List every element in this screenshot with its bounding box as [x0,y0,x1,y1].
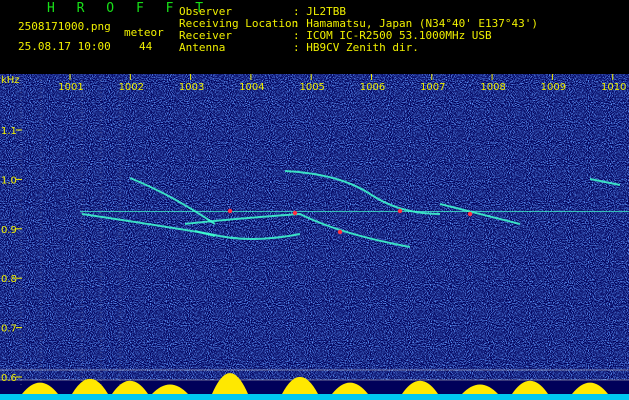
y-axis-unit: kHz [1,75,20,86]
echo-peak [337,229,343,235]
echo-peak [227,208,233,214]
y-tick-label: 0.9 [1,225,17,236]
x-tick-label: 1008 [480,82,505,93]
datetime-label: 25.08.17 10:00 [18,40,111,53]
x-tick-label: 1001 [58,82,83,93]
antenna-value: : HB9CV Zenith dir. [293,41,419,54]
antenna-label: Antenna [179,41,226,54]
echo-peak [292,210,298,216]
header-panel: H R O F F T 2508171000.png meteor 25.08.… [0,0,629,74]
meteor-label: meteor [124,26,164,39]
y-tick-label: 1.1 [1,126,17,137]
x-tick-label: 1006 [360,82,385,93]
x-tick-label: 1003 [179,82,204,93]
echo-peak [467,211,473,217]
y-tick-label: 1.0 [1,175,17,186]
y-tick-label: 0.6 [1,373,17,384]
noise-floor [0,74,629,380]
x-tick-label: 1005 [299,82,324,93]
y-tick-label: 0.8 [1,274,17,285]
x-tick-label: 1007 [420,82,445,93]
spectrogram: kHz 1001 1002 1003 1004 1005 1006 1007 1008 1009… [0,74,629,400]
x-tick-label: 1002 [119,82,144,93]
y-tick-label: 0.7 [1,324,17,335]
filename-label: 2508171000.png [18,20,111,33]
x-tick-label: 1010 [601,82,626,93]
echo-peak [397,208,403,214]
meteor-count: 44 [139,40,153,53]
x-tick-label: 1009 [541,82,566,93]
amplitude-baseline [0,394,629,400]
x-tick-label: 1004 [239,82,264,93]
